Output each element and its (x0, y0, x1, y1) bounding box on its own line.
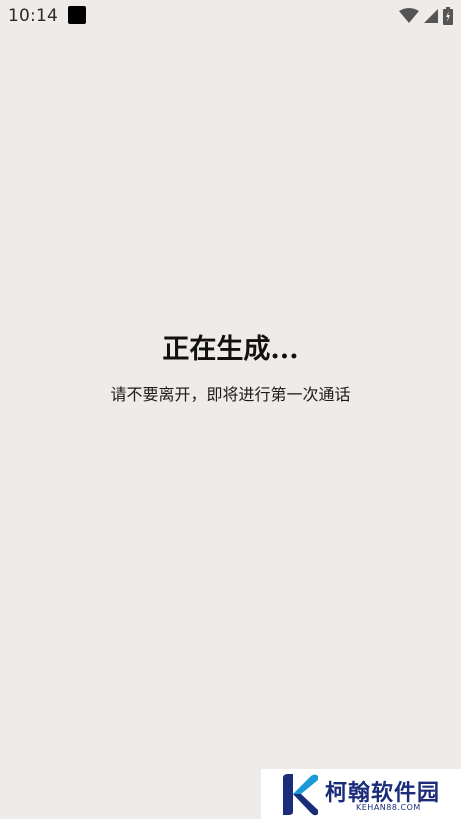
battery-icon (443, 7, 453, 25)
status-bar: 10:14 (0, 0, 461, 32)
notification-icon (68, 6, 86, 24)
generating-status: 正在生成... 请不要离开，即将进行第一次通话 (0, 330, 461, 406)
status-time: 10:14 (8, 6, 58, 26)
watermark: 柯翰软件园 KEHAN88.COM (261, 769, 461, 819)
wifi-icon (399, 8, 419, 23)
cellular-signal-icon (424, 9, 438, 23)
status-message: 请不要离开，即将进行第一次通话 (110, 385, 351, 404)
status-icons (399, 6, 453, 26)
page-title: 正在生成... (162, 334, 299, 365)
watermark-url: KEHAN88.COM (356, 803, 421, 812)
brand-logo-icon (283, 774, 318, 816)
